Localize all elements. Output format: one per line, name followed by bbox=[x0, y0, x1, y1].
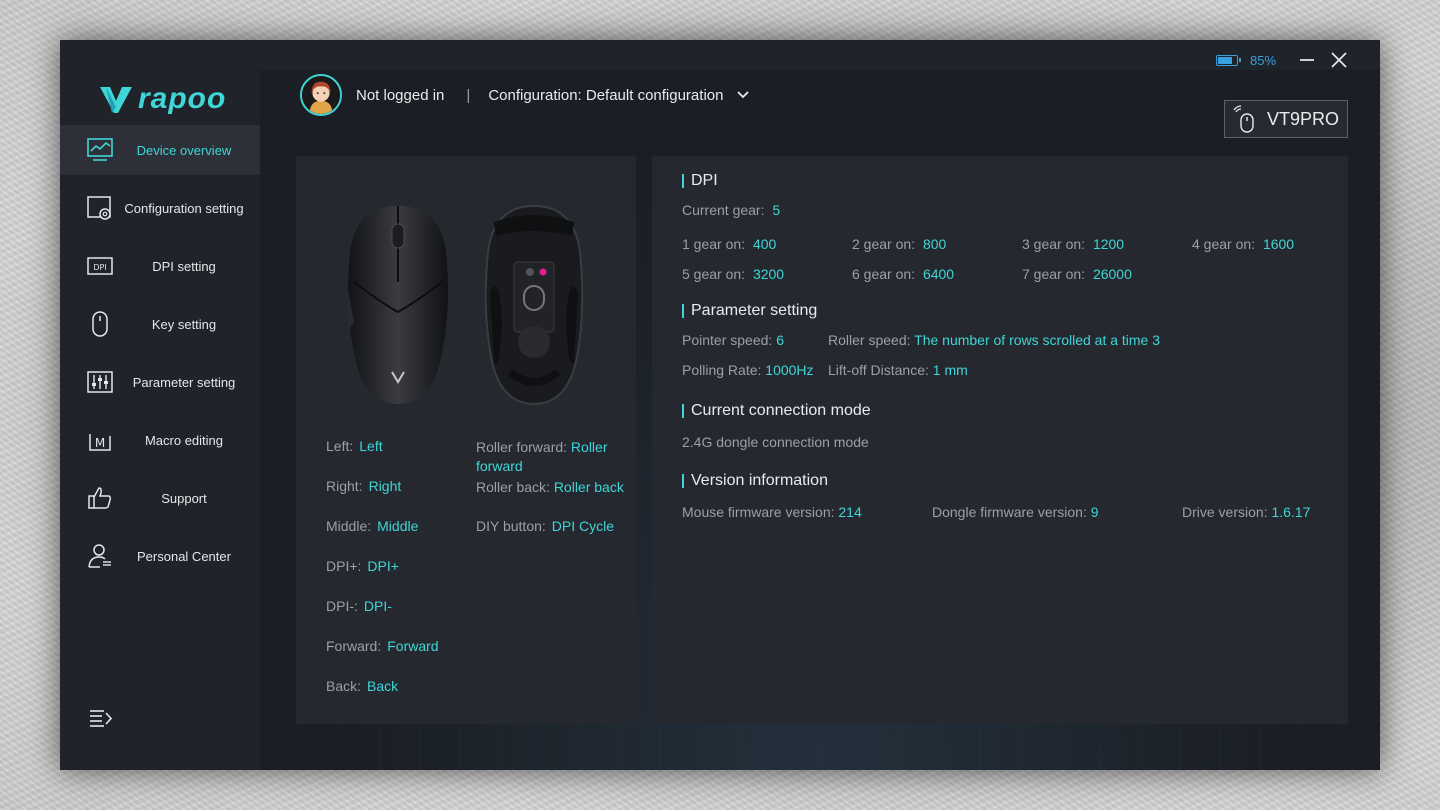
mouse-firmware-version: Mouse firmware version: 214 bbox=[682, 504, 862, 520]
key-dpi-minus: DPI-: DPI- bbox=[326, 598, 392, 614]
configuration-selector[interactable]: Configuration: Default configuration bbox=[488, 87, 723, 104]
current-gear: Current gear: 5 bbox=[682, 202, 781, 218]
sidebar-item-label: Support bbox=[161, 490, 207, 506]
polling-rate: Polling Rate: 1000Hz bbox=[682, 362, 814, 378]
sidebar: rapoo Device overview Configuration sett… bbox=[60, 40, 260, 770]
chevron-down-icon[interactable] bbox=[735, 87, 751, 103]
sliders-icon bbox=[87, 371, 113, 393]
battery-icon bbox=[1216, 55, 1241, 66]
drive-version: Drive version: 1.6.17 bbox=[1182, 504, 1311, 520]
dpi-gear-6: 6 gear on: 6400 bbox=[852, 266, 955, 282]
app-window: rapoo Device overview Configuration sett… bbox=[60, 40, 1380, 770]
svg-text:M: M bbox=[95, 436, 105, 450]
key-roller-back: Roller back: Roller back bbox=[476, 479, 624, 495]
sidebar-item-label: Parameter setting bbox=[132, 374, 236, 390]
sidebar-item-personal-center[interactable]: Personal Center bbox=[60, 531, 260, 581]
device-name: VT9PRO bbox=[1267, 108, 1340, 129]
connection-mode: 2.4G dongle connection mode bbox=[682, 434, 869, 450]
dpi-gear-1: 1 gear on: 400 bbox=[682, 236, 777, 252]
logo-text: rapoo bbox=[138, 82, 227, 115]
avatar-icon bbox=[302, 76, 340, 114]
roller-speed: Roller speed: The number of rows scrolle… bbox=[828, 332, 1161, 348]
sidebar-item-key-setting[interactable]: Key setting bbox=[60, 299, 260, 349]
key-right: Right: Right bbox=[326, 478, 402, 494]
macro-icon: M bbox=[89, 434, 111, 451]
sidebar-nav: Device overview Configuration setting DP… bbox=[60, 125, 260, 589]
key-back: Back: Back bbox=[326, 678, 399, 694]
key-dpi-plus: DPI+: DPI+ bbox=[326, 558, 399, 574]
title-bar bbox=[260, 40, 1380, 70]
sidebar-item-parameter-setting[interactable]: Parameter setting bbox=[60, 357, 260, 407]
avatar[interactable] bbox=[300, 74, 342, 116]
key-roller-forward: Roller forward: Roller forward bbox=[476, 439, 608, 474]
lift-off-distance: Lift-off Distance: 1 mm bbox=[828, 362, 968, 378]
dpi-section-title: DPI bbox=[682, 173, 718, 189]
config-gear-icon bbox=[87, 196, 111, 220]
battery-indicator: 85% bbox=[1216, 53, 1276, 68]
dpi-icon: DPI bbox=[87, 257, 113, 275]
dongle-firmware-version: Dongle firmware version: 9 bbox=[932, 504, 1099, 520]
dpi-gear-2: 2 gear on: 800 bbox=[852, 236, 947, 252]
close-icon[interactable] bbox=[1329, 50, 1349, 70]
version-section-title: Version information bbox=[682, 473, 828, 489]
sidebar-item-label: Configuration setting bbox=[124, 200, 244, 216]
login-status[interactable]: Not logged in bbox=[356, 87, 444, 104]
minimize-icon[interactable] bbox=[1297, 50, 1317, 70]
key-overview-panel: Left: Left Right: Right Middle: Middle DPI+… bbox=[296, 156, 636, 724]
user-icon bbox=[88, 544, 111, 568]
sidebar-item-support[interactable]: Support bbox=[60, 473, 260, 523]
dpi-gear-7: 7 gear on: 26000 bbox=[1022, 266, 1132, 282]
rapoo-logo: rapoo bbox=[98, 82, 226, 116]
user-bar: Not logged in | Configuration: Default c… bbox=[300, 74, 751, 116]
menu-collapse-icon[interactable] bbox=[88, 708, 114, 730]
sidebar-item-label: Personal Center bbox=[137, 548, 231, 564]
device-selector[interactable]: VT9PRO bbox=[1224, 100, 1348, 138]
connection-section-title: Current connection mode bbox=[682, 403, 871, 419]
thumbs-up-icon bbox=[88, 487, 112, 509]
parameter-section-title: Parameter setting bbox=[682, 303, 817, 319]
battery-percentage: 85% bbox=[1250, 53, 1277, 68]
dpi-gear-3: 3 gear on: 1200 bbox=[1022, 236, 1125, 252]
key-forward: Forward: Forward bbox=[326, 638, 439, 654]
sidebar-item-macro-editing[interactable]: M Macro editing bbox=[60, 415, 260, 465]
main-content: 85% Not logged in | Configuration: Defau… bbox=[260, 40, 1380, 770]
pointer-speed: Pointer speed: 6 bbox=[682, 332, 784, 348]
mouse-bottom-view-image bbox=[484, 204, 584, 406]
wireless-mouse-icon bbox=[1233, 105, 1254, 133]
sidebar-item-dpi-setting[interactable]: DPI DPI setting bbox=[60, 241, 260, 291]
rapoo-v-icon bbox=[100, 87, 132, 113]
mouse-icon bbox=[92, 311, 108, 337]
sidebar-item-device-overview[interactable]: Device overview bbox=[60, 125, 260, 175]
sidebar-item-label: Macro editing bbox=[144, 432, 224, 448]
battery-fill bbox=[1218, 57, 1233, 64]
sidebar-item-label: Key setting bbox=[151, 316, 217, 332]
dpi-gear-4: 4 gear on: 1600 bbox=[1192, 236, 1295, 252]
device-info-panel: DPI Current gear: 5 1 gear on: 400 2 gea… bbox=[652, 156, 1348, 724]
key-diy-button: DIY button: DPI Cycle bbox=[476, 518, 615, 534]
sidebar-item-label: DPI setting bbox=[152, 258, 216, 274]
mouse-top-view-image bbox=[348, 206, 448, 404]
sidebar-item-label: Device overview bbox=[136, 142, 232, 158]
dpi-gear-5: 5 gear on: 3200 bbox=[682, 266, 785, 282]
sidebar-item-configuration-setting[interactable]: Configuration setting bbox=[60, 183, 260, 233]
key-middle: Middle: Middle bbox=[326, 518, 419, 534]
monitor-chart-icon bbox=[87, 138, 113, 161]
key-left: Left: Left bbox=[326, 438, 383, 454]
header-separator: | bbox=[466, 86, 471, 104]
svg-text:DPI: DPI bbox=[93, 263, 106, 272]
